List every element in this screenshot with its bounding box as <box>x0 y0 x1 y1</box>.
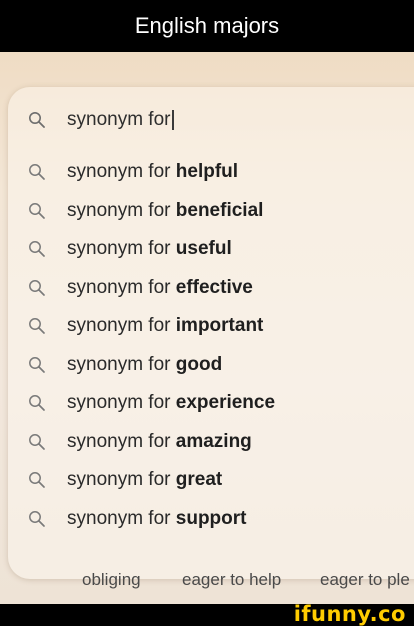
suggestion-item[interactable]: synonym for important <box>0 307 414 345</box>
suggestion-prefix: synonym for <box>67 200 171 221</box>
ifunny-watermark: ifunny.co <box>293 602 406 626</box>
search-icon <box>28 317 46 335</box>
suggestion-term: amazing <box>175 431 252 452</box>
search-query-text: synonym for <box>67 109 171 130</box>
suggestion-prefix: synonym for <box>67 431 171 452</box>
text-cursor <box>172 109 175 130</box>
search-icon <box>28 240 46 258</box>
suggestion-prefix: synonym for <box>67 315 171 336</box>
suggestion-item[interactable]: synonym for support <box>0 500 414 538</box>
screenshot-photo: synonym for synonym for helpful synonym … <box>0 52 414 604</box>
search-icon <box>28 510 46 528</box>
suggestion-item[interactable]: synonym for good <box>0 346 414 384</box>
suggestion-item[interactable]: synonym for experience <box>0 384 414 422</box>
search-input[interactable]: synonym for <box>0 101 414 139</box>
suggestion-prefix: synonym for <box>67 508 171 529</box>
suggestion-prefix: synonym for <box>67 277 171 298</box>
related-term-link[interactable]: obliging <box>82 570 141 590</box>
related-term-link[interactable]: eager to ple <box>320 570 410 590</box>
suggestion-term: support <box>175 508 247 529</box>
suggestion-term: experience <box>175 392 276 413</box>
suggestion-item[interactable]: synonym for helpful <box>0 153 414 191</box>
related-terms: obliging eager to help eager to ple <box>0 564 414 594</box>
search-icon <box>28 279 46 297</box>
suggestion-prefix: synonym for <box>67 161 171 182</box>
related-term-link[interactable]: eager to help <box>182 570 281 590</box>
suggestion-prefix: synonym for <box>67 238 171 259</box>
suggestion-term: useful <box>175 238 232 259</box>
suggestion-item[interactable]: synonym for great <box>0 461 414 499</box>
search-icon <box>28 356 46 374</box>
footer-bar: ifunny.co <box>0 602 414 626</box>
suggestion-term: beneficial <box>175 200 264 221</box>
search-icon <box>28 433 46 451</box>
suggestion-term: important <box>175 315 264 336</box>
meme-caption: English majors <box>0 0 414 52</box>
suggestion-term: helpful <box>175 161 239 182</box>
search-icon <box>28 471 46 489</box>
suggestion-item[interactable]: synonym for beneficial <box>0 192 414 230</box>
suggestion-item[interactable]: synonym for effective <box>0 269 414 307</box>
suggestion-prefix: synonym for <box>67 354 171 375</box>
suggestion-term: effective <box>175 277 253 298</box>
search-icon <box>28 111 46 129</box>
search-icon <box>28 163 46 181</box>
search-icon <box>28 202 46 220</box>
suggestion-item[interactable]: synonym for amazing <box>0 423 414 461</box>
search-icon <box>28 394 46 412</box>
suggestion-term: good <box>175 354 223 375</box>
suggestion-term: great <box>175 469 223 490</box>
suggestion-prefix: synonym for <box>67 392 171 413</box>
suggestion-item[interactable]: synonym for useful <box>0 230 414 268</box>
suggestion-prefix: synonym for <box>67 469 171 490</box>
